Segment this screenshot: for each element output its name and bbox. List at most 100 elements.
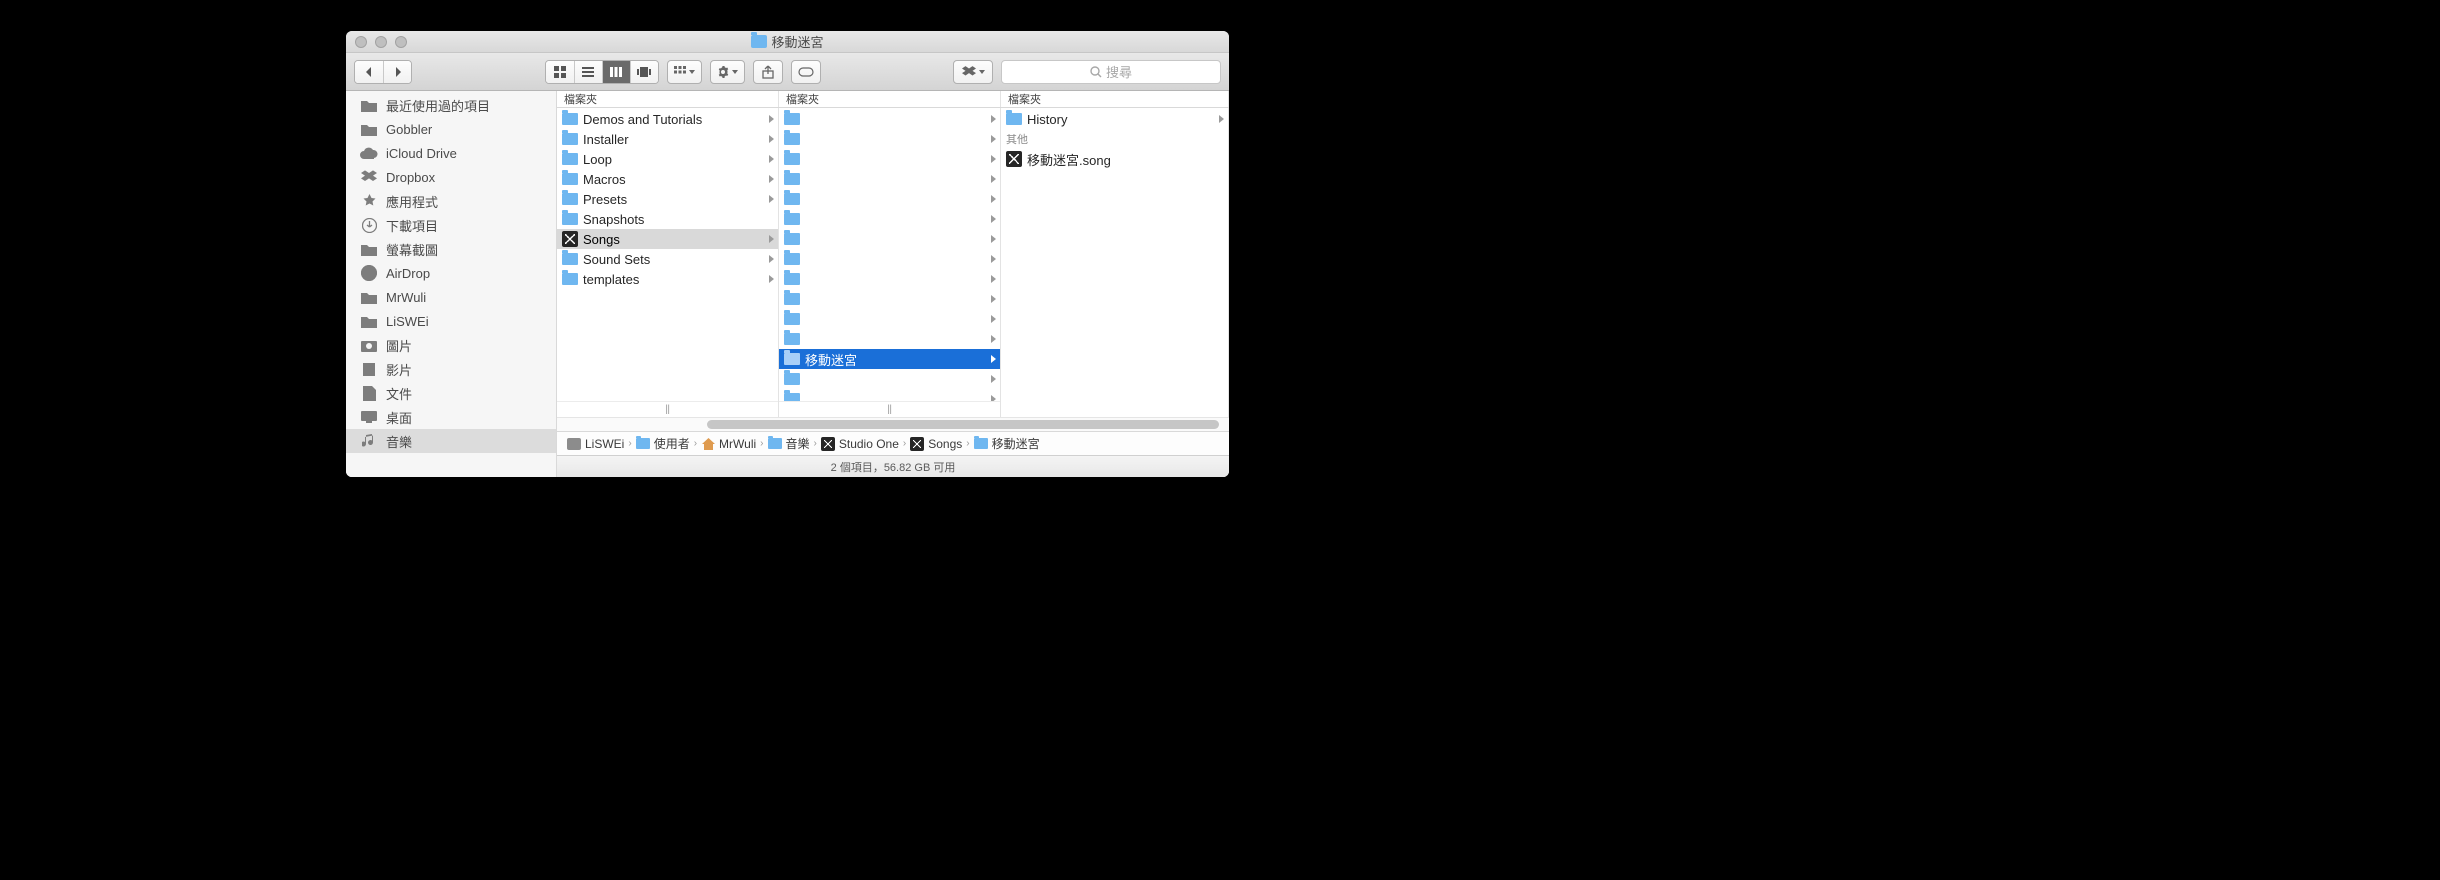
folder-icon	[562, 193, 578, 205]
dropbox-icon	[360, 170, 378, 184]
list-view-button[interactable]	[574, 61, 602, 83]
path-segment[interactable]: 移動迷宮	[974, 435, 1040, 452]
chevron-right-icon	[769, 135, 774, 143]
downloads-icon	[360, 218, 378, 233]
sidebar-item-recents[interactable]: 最近使用過的項目	[346, 93, 556, 117]
list-item[interactable]	[779, 369, 1000, 389]
folder-icon	[360, 315, 378, 328]
sidebar-item-mrwuli[interactable]: MrWuli	[346, 285, 556, 309]
close-button[interactable]	[355, 36, 367, 48]
list-item[interactable]	[779, 169, 1000, 189]
sidebar-item-label: Gobbler	[386, 122, 432, 137]
list-item[interactable]	[779, 269, 1000, 289]
song-file-icon	[1006, 151, 1022, 167]
list-item[interactable]: templates	[557, 269, 778, 289]
path-segment[interactable]: 使用者	[636, 435, 690, 452]
share-button[interactable]	[753, 60, 783, 84]
list-item[interactable]	[779, 289, 1000, 309]
path-label: LiSWEi	[585, 437, 624, 451]
list-item[interactable]: Presets	[557, 189, 778, 209]
sidebar-item-dropbox[interactable]: Dropbox	[346, 165, 556, 189]
path-segment[interactable]: Studio One	[821, 437, 899, 451]
studio-one-icon	[910, 437, 924, 451]
dropbox-button[interactable]	[953, 60, 993, 84]
sidebar-item-gobbler[interactable]: Gobbler	[346, 117, 556, 141]
sidebar-item-label: Dropbox	[386, 170, 435, 185]
column-3[interactable]: History 其他 移動迷宮.song	[1001, 108, 1229, 417]
minimize-button[interactable]	[375, 36, 387, 48]
path-label: MrWuli	[719, 437, 756, 451]
sidebar-item-liswei[interactable]: LiSWEi	[346, 309, 556, 333]
path-segment[interactable]: LiSWEi	[567, 437, 624, 451]
folder-icon	[784, 133, 800, 145]
action-button[interactable]	[710, 60, 745, 84]
list-item[interactable]	[779, 229, 1000, 249]
list-item[interactable]: 移動迷宮	[779, 349, 1000, 369]
sidebar-item-pictures[interactable]: 圖片	[346, 333, 556, 357]
column-header[interactable]: 檔案夾	[779, 91, 1001, 107]
list-item[interactable]: Demos and Tutorials	[557, 109, 778, 129]
chevron-right-icon	[991, 375, 996, 383]
folder-icon	[562, 173, 578, 185]
sidebar-item-documents[interactable]: 文件	[346, 381, 556, 405]
list-item[interactable]: 移動迷宮.song	[1001, 149, 1228, 169]
sidebar-item-screenshots[interactable]: 螢幕截圖	[346, 237, 556, 261]
sidebar-item-downloads[interactable]: 下載項目	[346, 213, 556, 237]
studio-one-icon	[821, 437, 835, 451]
path-segment[interactable]: 音樂	[768, 435, 810, 452]
list-item[interactable]	[779, 149, 1000, 169]
column-2[interactable]: 移動迷宮 ‖	[779, 108, 1001, 417]
search-input[interactable]: 搜尋	[1001, 60, 1221, 84]
forward-button[interactable]	[383, 61, 411, 83]
scrollbar-thumb[interactable]	[707, 420, 1219, 429]
path-label: 移動迷宮	[992, 435, 1040, 452]
chevron-right-icon	[991, 155, 996, 163]
list-item[interactable]: Snapshots	[557, 209, 778, 229]
list-item[interactable]	[779, 189, 1000, 209]
icon-view-button[interactable]	[546, 61, 574, 83]
list-item[interactable]	[779, 309, 1000, 329]
path-segment[interactable]: MrWuli	[701, 437, 756, 451]
sidebar-item-desktop[interactable]: 桌面	[346, 405, 556, 429]
column-view-button[interactable]	[602, 61, 630, 83]
home-icon	[701, 438, 715, 450]
horizontal-scrollbar[interactable]	[557, 417, 1229, 431]
desktop-icon	[360, 411, 378, 423]
tags-button[interactable]	[791, 60, 821, 84]
path-segment[interactable]: Songs	[910, 437, 962, 451]
column-header[interactable]: 檔案夾	[1001, 91, 1229, 107]
sidebar-item-icloud[interactable]: iCloud Drive	[346, 141, 556, 165]
folder-icon	[784, 173, 800, 185]
list-item[interactable]: Loop	[557, 149, 778, 169]
list-item[interactable]: Sound Sets	[557, 249, 778, 269]
list-item[interactable]	[779, 209, 1000, 229]
sidebar-item-label: 文件	[386, 384, 412, 403]
folder-icon	[360, 243, 378, 256]
arrange-button[interactable]	[667, 60, 702, 84]
column-resize-handle[interactable]: ‖	[779, 401, 1000, 417]
list-item[interactable]: Macros	[557, 169, 778, 189]
column-1[interactable]: Demos and Tutorials Installer Loop	[557, 108, 779, 417]
sidebar-item-movies[interactable]: 影片	[346, 357, 556, 381]
column-header[interactable]: 檔案夾	[557, 91, 779, 107]
sidebar-item-airdrop[interactable]: AirDrop	[346, 261, 556, 285]
path-label: Studio One	[839, 437, 899, 451]
column-resize-handle[interactable]: ‖	[557, 401, 778, 417]
zoom-button[interactable]	[395, 36, 407, 48]
sidebar-item-label: 應用程式	[386, 192, 438, 211]
list-item[interactable]: Songs	[557, 229, 778, 249]
sidebar-item-music[interactable]: 音樂	[346, 429, 556, 453]
sidebar-item-applications[interactable]: 應用程式	[346, 189, 556, 213]
folder-icon	[562, 253, 578, 265]
list-item[interactable]	[779, 109, 1000, 129]
gallery-view-button[interactable]	[630, 61, 658, 83]
list-item[interactable]	[779, 329, 1000, 349]
chevron-right-icon	[991, 135, 996, 143]
list-item[interactable]	[779, 249, 1000, 269]
list-item[interactable]: History	[1001, 109, 1228, 129]
list-item[interactable]	[779, 129, 1000, 149]
folder-icon	[784, 353, 800, 365]
back-button[interactable]	[355, 61, 383, 83]
list-item[interactable]: Installer	[557, 129, 778, 149]
folder-icon	[562, 273, 578, 285]
